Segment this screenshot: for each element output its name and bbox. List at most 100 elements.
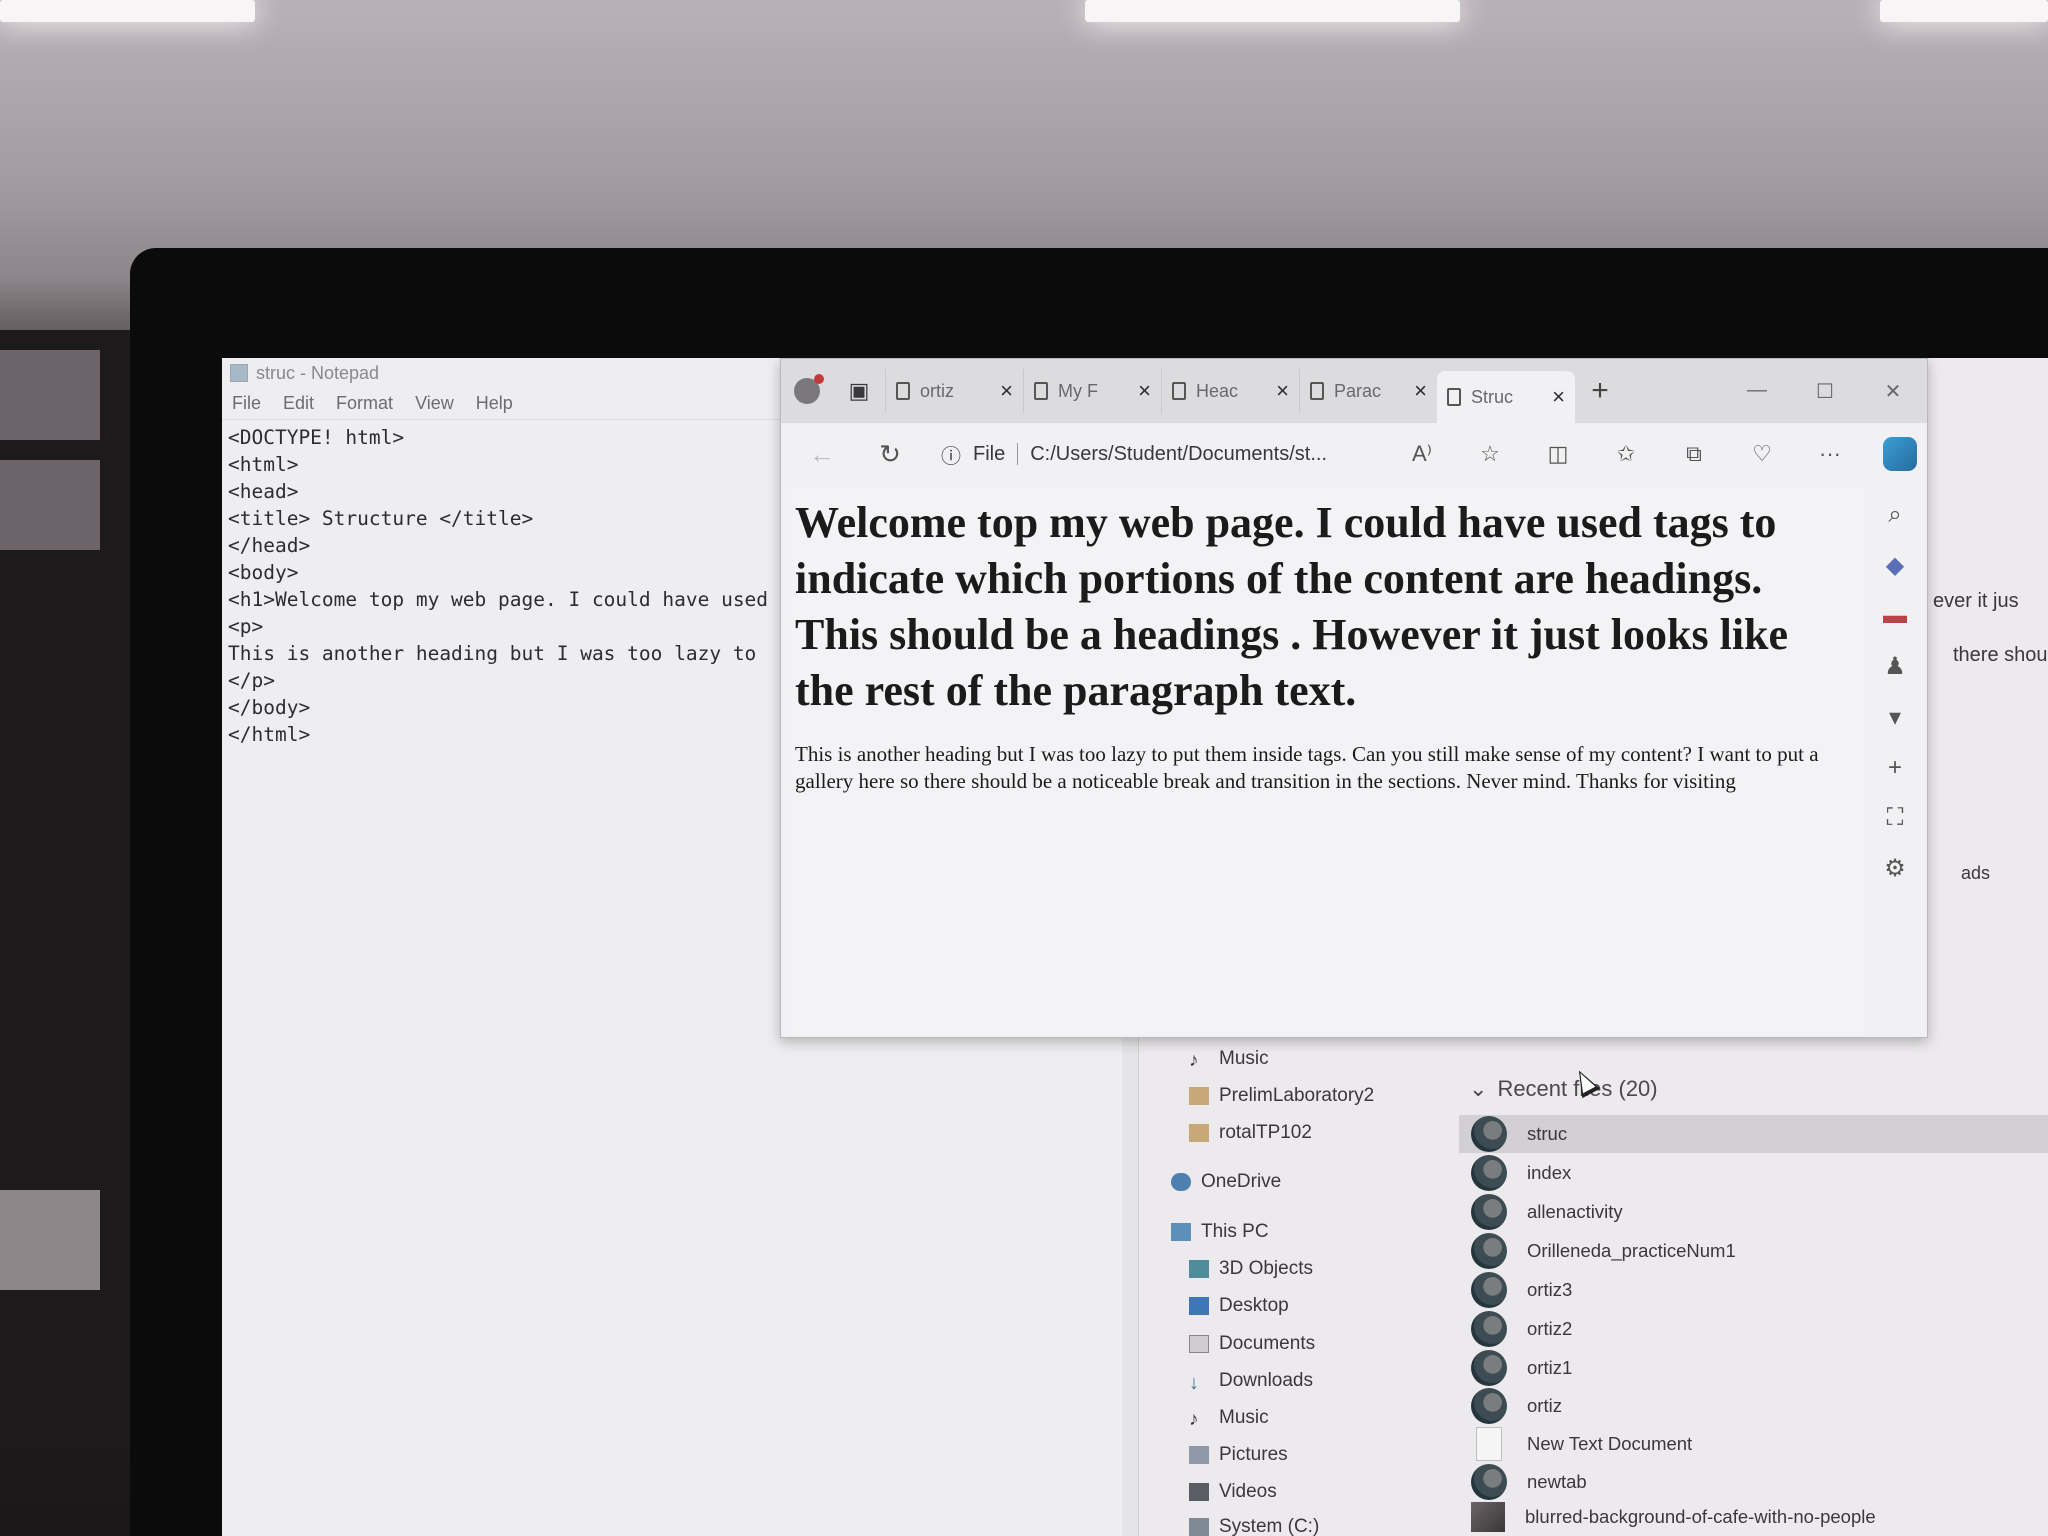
- recent-file-row[interactable]: ortiz1: [1459, 1349, 2048, 1387]
- browser-essentials-icon[interactable]: ♡: [1733, 441, 1791, 467]
- page-paragraph: This is another heading but I was too la…: [795, 742, 1819, 793]
- close-icon[interactable]: ×: [1138, 378, 1151, 404]
- address-bar[interactable]: ⓘ File C:/Users/Student/Documents/st...: [927, 432, 1383, 476]
- collections-icon[interactable]: ⧉: [1665, 441, 1723, 467]
- ceiling-light: [1880, 0, 2048, 22]
- screenshot-icon[interactable]: ⛶: [1875, 804, 1915, 832]
- recent-file-row[interactable]: blurred-background-of-cafe-with-no-peopl…: [1459, 1498, 2048, 1536]
- window-controls: — ☐ ✕: [1723, 379, 1927, 404]
- search-icon[interactable]: ⌕: [1875, 501, 1915, 529]
- tab-my-f[interactable]: My F ×: [1023, 369, 1161, 413]
- text-document-icon: [1476, 1427, 1502, 1461]
- text-fragment: there shou: [1953, 644, 2048, 666]
- refresh-icon[interactable]: ↻: [859, 439, 921, 470]
- edge-browser-icon: [1471, 1194, 1507, 1230]
- cloud-icon: [1171, 1173, 1191, 1191]
- recent-file-row[interactable]: ortiz3: [1459, 1271, 2048, 1309]
- browser-sidebar: ⌕ ◆ ▬ ♟ ▾ + ⛶ ⚙: [1869, 487, 1921, 1035]
- browser-window: ▣ ortiz × My F × Heac × Parac × Struc × + — ☐…: [780, 358, 1928, 1099]
- close-icon[interactable]: ×: [1000, 378, 1013, 404]
- desktop-screen: struc - Notepad File Edit Format View He…: [222, 358, 2048, 1536]
- favorite-star-icon[interactable]: ☆: [1461, 441, 1519, 467]
- more-options-icon[interactable]: ···: [1801, 441, 1859, 467]
- read-aloud-icon[interactable]: A⁾: [1393, 441, 1451, 467]
- tab-actions-icon[interactable]: ▣: [833, 359, 885, 423]
- ceiling-light: [0, 0, 255, 22]
- maximize-icon[interactable]: ☐: [1791, 379, 1859, 404]
- add-icon[interactable]: +: [1875, 754, 1915, 782]
- cube-icon: [1189, 1260, 1209, 1278]
- recent-file-row[interactable]: ortiz: [1459, 1387, 2048, 1425]
- nav-item-this-pc[interactable]: This PC: [1171, 1221, 1269, 1243]
- download-arrow-icon: ↓: [1189, 1372, 1199, 1394]
- page-icon: [1172, 382, 1186, 400]
- notepad-title: struc - Notepad: [256, 362, 380, 383]
- split-screen-icon[interactable]: ◫: [1529, 441, 1587, 467]
- nav-item-documents[interactable]: Documents: [1189, 1333, 1315, 1355]
- recent-file-row[interactable]: struc: [1459, 1115, 2048, 1153]
- copilot-icon[interactable]: [1883, 437, 1917, 471]
- menu-format[interactable]: Format: [336, 393, 393, 414]
- close-window-icon[interactable]: ✕: [1859, 379, 1927, 404]
- text-fragment: ads: [1961, 863, 1991, 883]
- info-icon[interactable]: ⓘ: [941, 440, 961, 469]
- menu-help[interactable]: Help: [476, 393, 513, 414]
- nav-item-prelimlaboratory2[interactable]: PrelimLaboratory2: [1189, 1085, 1374, 1107]
- edge-browser-icon: [1471, 1464, 1507, 1500]
- tab-ortiz[interactable]: ortiz ×: [885, 369, 1023, 413]
- menu-file[interactable]: File: [232, 393, 261, 414]
- drive-icon: [1189, 1518, 1209, 1536]
- favorites-icon[interactable]: ✩: [1597, 441, 1655, 467]
- settings-gear-icon[interactable]: ⚙: [1875, 854, 1915, 883]
- tab-bar: ▣ ortiz × My F × Heac × Parac × Struc × + — ☐…: [781, 359, 1927, 423]
- recent-file-row[interactable]: allenactivity: [1459, 1193, 2048, 1231]
- tab-heac[interactable]: Heac ×: [1161, 369, 1299, 413]
- ceiling-light: [1085, 0, 1460, 22]
- nav-item-videos[interactable]: Videos: [1189, 1481, 1277, 1503]
- recent-file-row[interactable]: Orilleneda_practiceNum1: [1459, 1232, 2048, 1270]
- close-icon[interactable]: ×: [1414, 378, 1427, 404]
- url-text: C:/Users/Student/Documents/st...: [1030, 442, 1328, 465]
- tools-icon[interactable]: ▬: [1875, 602, 1915, 630]
- close-icon[interactable]: ×: [1552, 384, 1565, 410]
- nav-item-pictures[interactable]: Pictures: [1189, 1444, 1288, 1466]
- edge-browser-icon: [1471, 1388, 1507, 1424]
- new-tab-button[interactable]: +: [1575, 374, 1625, 408]
- edge-browser-icon: [1471, 1155, 1507, 1191]
- games-icon[interactable]: ♟: [1875, 652, 1915, 681]
- folder-icon: [1189, 1087, 1209, 1105]
- address-toolbar: ← ↻ ⓘ File C:/Users/Student/Documents/st…: [781, 423, 1927, 485]
- edge-browser-icon: [1471, 1116, 1507, 1152]
- divider: [1017, 443, 1019, 465]
- nav-item-music[interactable]: ♪ Music: [1189, 1048, 1269, 1071]
- page-heading: Welcome top my web page. I could have us…: [795, 498, 1789, 715]
- nav-item-onedrive[interactable]: OneDrive: [1171, 1171, 1281, 1193]
- recent-file-row[interactable]: New Text Document: [1459, 1425, 2048, 1463]
- recent-files-header[interactable]: ⌄ Recent files (20): [1469, 1076, 1658, 1102]
- recent-file-row[interactable]: newtab: [1459, 1463, 2048, 1501]
- tab-struc[interactable]: Struc ×: [1437, 371, 1575, 423]
- chevron-down-icon[interactable]: ▾: [1875, 703, 1915, 732]
- menu-edit[interactable]: Edit: [283, 393, 314, 414]
- page-icon: [1310, 382, 1324, 400]
- nav-item-downloads[interactable]: ↓ Downloads: [1189, 1370, 1313, 1394]
- menu-view[interactable]: View: [415, 393, 454, 414]
- minimize-icon[interactable]: —: [1723, 379, 1791, 404]
- tab-parac[interactable]: Parac ×: [1299, 369, 1437, 413]
- edge-browser-icon: [1471, 1272, 1507, 1308]
- profile-button[interactable]: [781, 359, 833, 423]
- edge-browser-icon: [1471, 1233, 1507, 1269]
- recent-file-row[interactable]: ortiz2: [1459, 1310, 2048, 1348]
- nav-item-desktop[interactable]: Desktop: [1189, 1295, 1289, 1317]
- page-icon: [896, 382, 910, 400]
- nav-item-rotaltp102[interactable]: rotalTP102: [1189, 1122, 1312, 1144]
- recent-file-row[interactable]: index: [1459, 1154, 2048, 1192]
- close-icon[interactable]: ×: [1276, 378, 1289, 404]
- shopping-tag-icon[interactable]: ◆: [1875, 551, 1915, 580]
- web-page-content: Welcome top my web page. I could have us…: [785, 487, 1865, 1099]
- back-arrow-icon[interactable]: ←: [791, 439, 853, 470]
- text-fragment: ever it jus: [1933, 590, 2019, 612]
- nav-item-music[interactable]: ♪ Music: [1189, 1407, 1269, 1430]
- nav-item-system-c[interactable]: System (C:): [1189, 1516, 1319, 1536]
- nav-item-3d-objects[interactable]: 3D Objects: [1189, 1258, 1313, 1280]
